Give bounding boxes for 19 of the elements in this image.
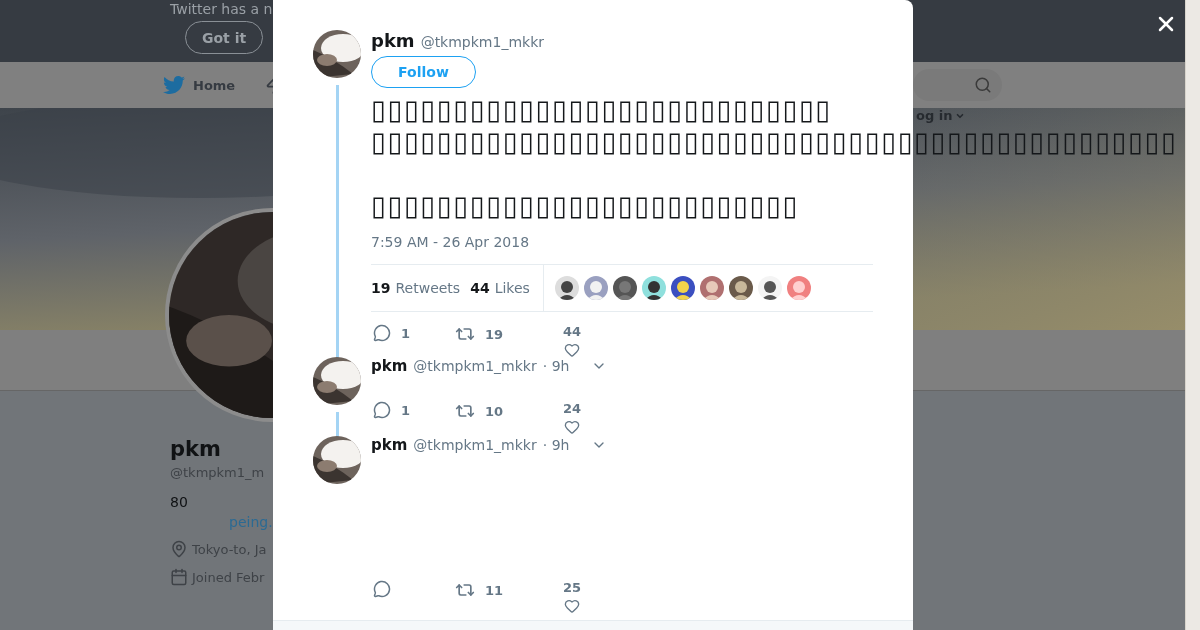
follow-button[interactable]: Follow [371,56,476,88]
author-handle: @tkmpkm1_mkkr [413,358,537,374]
like-count: 24 [563,401,582,416]
like-count: 25 [563,580,582,595]
notice-text: Twitter has a n [170,1,273,17]
retweet-count: 10 [485,403,504,419]
profile-bio: 80 [170,494,188,510]
tweet-time: · 9h [542,358,570,374]
reply-count: 1 [401,402,411,418]
retweet-count: 19 [485,326,504,342]
author-handle: @tkmpkm1_mkkr [420,34,544,50]
profile-name: pkm [170,437,221,461]
retweet-count: 11 [485,582,504,598]
author-handle: @tkmpkm1_mkkr [413,437,537,453]
author-name: pkm [371,30,415,51]
author-name: pkm [371,436,408,454]
tweet-time: · 9h [542,437,570,453]
author-name: pkm [371,357,408,375]
home-link[interactable]: Home [163,74,236,96]
